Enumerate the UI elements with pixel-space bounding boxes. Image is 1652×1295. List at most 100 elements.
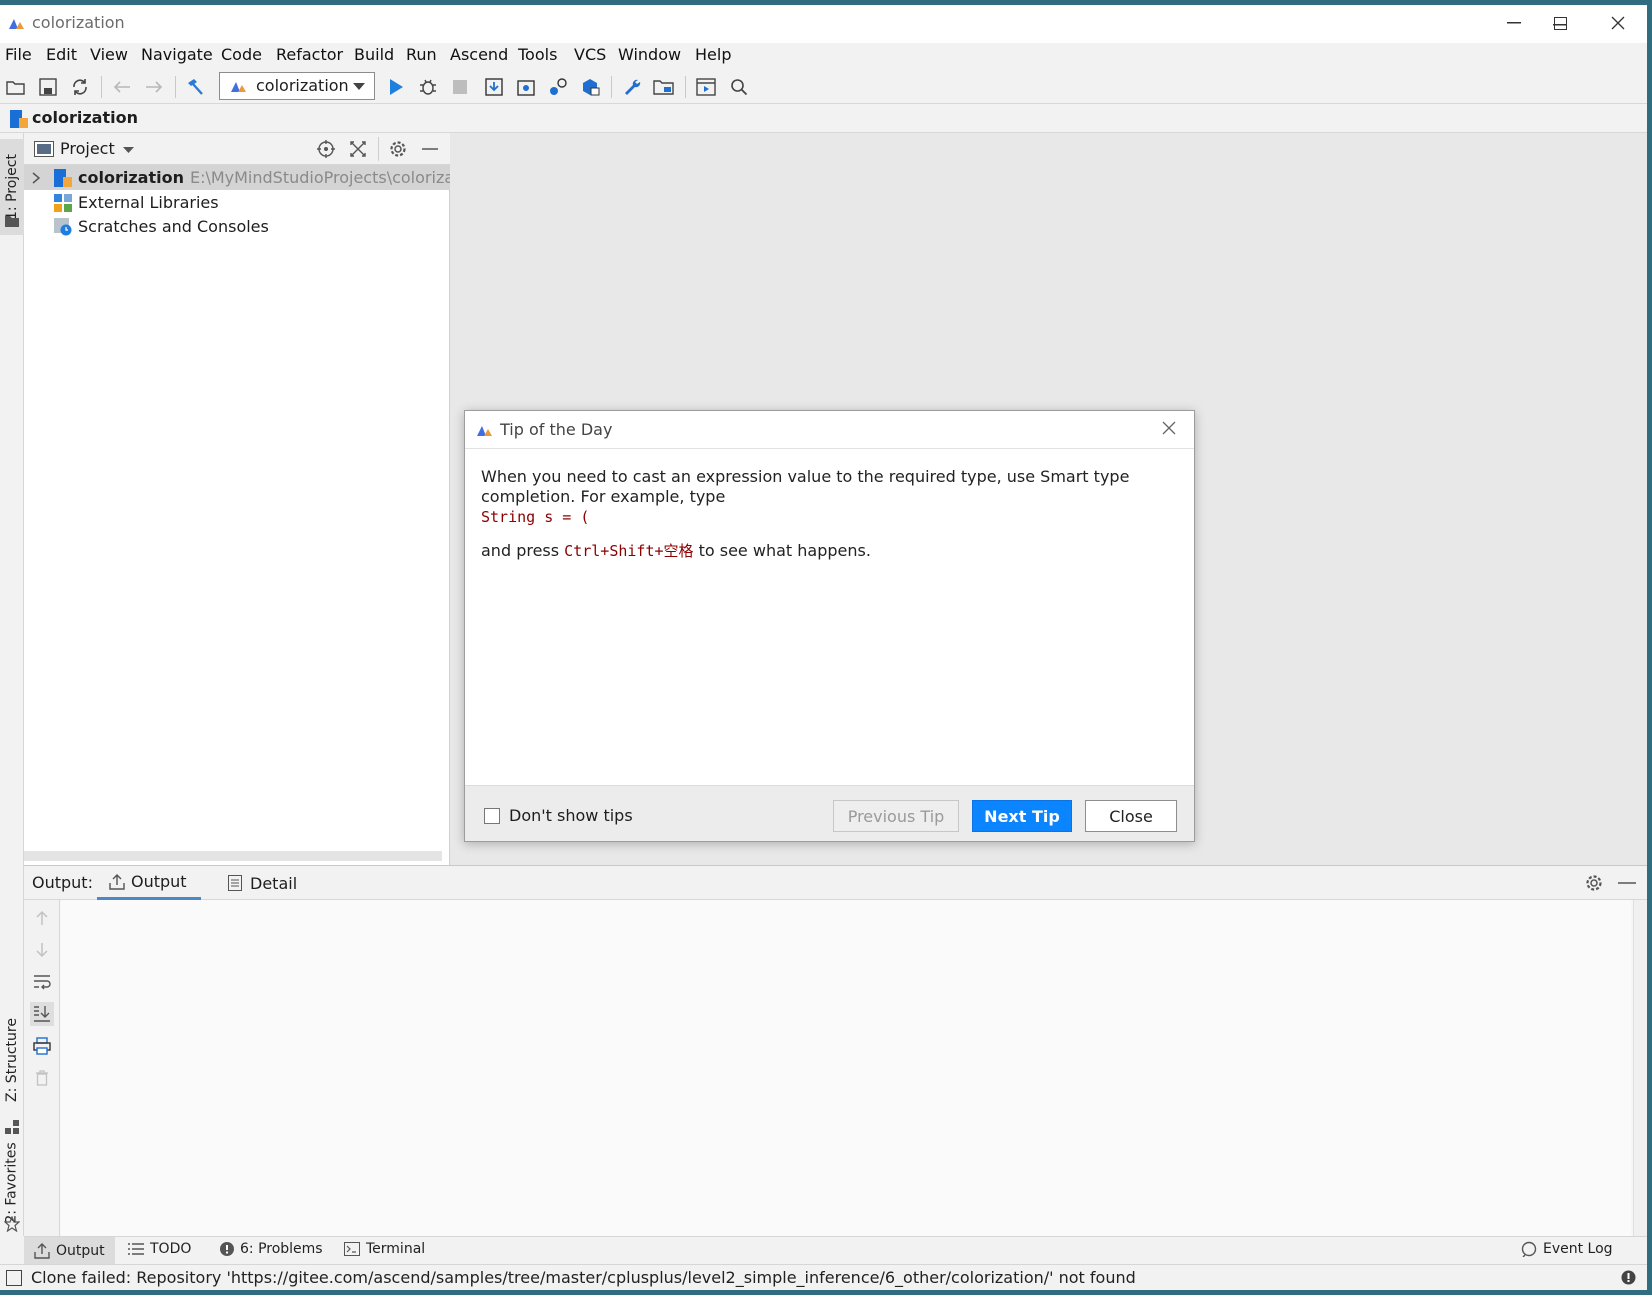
bottom-tool-todo[interactable]: TODO: [128, 1241, 191, 1257]
menu-build[interactable]: Build: [354, 45, 394, 64]
breadcrumb-project[interactable]: colorization: [32, 108, 138, 127]
upload-icon: [109, 873, 125, 890]
print-button[interactable]: [30, 1034, 54, 1058]
save-button[interactable]: [35, 74, 61, 100]
collapse-all-button[interactable]: [348, 139, 370, 161]
tip-text-line2-prefix: and press: [481, 541, 565, 560]
close-window-button[interactable]: [1595, 8, 1641, 38]
output-settings-button[interactable]: [1584, 873, 1606, 895]
run-configuration-dropdown[interactable]: colorization: [219, 72, 375, 100]
hide-panel-button[interactable]: [422, 139, 444, 161]
maximize-button[interactable]: [1537, 8, 1583, 38]
previous-tip-button[interactable]: Previous Tip: [833, 800, 959, 832]
menu-file[interactable]: File: [5, 45, 32, 64]
tool-tab-structure[interactable]: Z: Structure: [0, 1005, 24, 1115]
header-separator: [378, 137, 379, 161]
tab-detail[interactable]: Detail: [216, 866, 309, 900]
tree-item-label: Scratches and Consoles: [78, 217, 269, 236]
menu-view[interactable]: View: [90, 45, 128, 64]
bottom-tool-event-log[interactable]: Event Log: [1521, 1241, 1613, 1257]
chevron-right-icon[interactable]: [32, 172, 40, 184]
bottom-tool-problems[interactable]: 6: Problems: [220, 1241, 323, 1257]
notification-icon[interactable]: [1621, 1270, 1636, 1285]
dont-show-tips-checkbox[interactable]: [484, 808, 500, 824]
sync-button[interactable]: [67, 74, 93, 100]
menu-ascend[interactable]: Ascend: [450, 45, 508, 64]
bottom-tool-output[interactable]: Output: [24, 1237, 115, 1264]
menu-help[interactable]: Help: [695, 45, 731, 64]
output-console[interactable]: [61, 900, 1631, 1237]
minimize-icon: [1507, 22, 1521, 24]
arrow-up-icon: [35, 910, 49, 926]
toggle-tool-windows-icon[interactable]: [6, 1270, 22, 1286]
scroll-down-button[interactable]: [30, 938, 54, 962]
status-message[interactable]: Clone failed: Repository 'https://gitee.…: [31, 1268, 1136, 1287]
dont-show-tips-label[interactable]: Don't show tips: [509, 806, 633, 825]
left-tool-stripe: 1: Project Z: Structure 2: Favorites: [0, 133, 24, 1236]
settings-button[interactable]: [619, 74, 645, 100]
minimize-icon: [1618, 873, 1640, 893]
back-button[interactable]: [109, 74, 135, 100]
tip-text-line2: and press Ctrl+Shift+空格 to see what happ…: [481, 541, 1161, 561]
tab-detail-label: Detail: [250, 873, 298, 893]
folder-tree-icon: [653, 78, 675, 96]
vertical-scrollbar[interactable]: [1633, 900, 1647, 1237]
chevron-down-icon[interactable]: [123, 147, 134, 154]
arrow-left-icon: [112, 79, 132, 95]
menu-run[interactable]: Run: [406, 45, 437, 64]
panel-settings-button[interactable]: [388, 139, 410, 161]
scroll-up-button[interactable]: [30, 906, 54, 930]
menu-navigate[interactable]: Navigate: [141, 45, 213, 64]
bottom-tool-terminal[interactable]: Terminal: [344, 1241, 425, 1257]
terminal-icon: [344, 1242, 360, 1256]
debug-button[interactable]: [415, 74, 441, 100]
tree-item-project-root[interactable]: colorization E:\MyMindStudioProjects\colo…: [24, 165, 450, 190]
bubble-icon: [1521, 1241, 1537, 1257]
menu-edit[interactable]: Edit: [46, 45, 77, 64]
clear-all-button[interactable]: [30, 1066, 54, 1090]
horizontal-scrollbar[interactable]: [24, 851, 442, 861]
run-button[interactable]: [383, 74, 409, 100]
locate-file-button[interactable]: [316, 139, 338, 161]
star-icon: [4, 1216, 20, 1232]
output-panel-label: Output:: [32, 873, 93, 892]
main-toolbar: colorization: [0, 71, 1647, 103]
tree-item-external-libraries[interactable]: External Libraries: [24, 190, 450, 215]
presentation-button[interactable]: [693, 74, 719, 100]
ascend-device-button[interactable]: [577, 74, 603, 100]
menu-code[interactable]: Code: [221, 45, 262, 64]
wrap-icon: [33, 974, 51, 990]
ascend-model-button[interactable]: [513, 74, 539, 100]
menu-vcs[interactable]: VCS: [574, 45, 606, 64]
minimize-button-ctrl[interactable]: [1491, 8, 1537, 38]
dialog-close-button[interactable]: [1162, 421, 1180, 439]
build-button[interactable]: [182, 74, 208, 100]
close-dialog-button[interactable]: Close: [1085, 800, 1177, 832]
maximize-icon: [1553, 16, 1567, 30]
tree-item-scratches[interactable]: Scratches and Consoles: [24, 214, 450, 239]
toolbar-separator: [685, 76, 686, 98]
structure-icon: [5, 1120, 19, 1134]
soft-wrap-button[interactable]: [30, 970, 54, 994]
open-button[interactable]: [3, 74, 29, 100]
stop-button[interactable]: [447, 74, 473, 100]
next-tip-button[interactable]: Next Tip: [972, 800, 1072, 832]
hide-output-button[interactable]: [1618, 873, 1640, 895]
libraries-icon: [54, 194, 72, 212]
tab-output[interactable]: Output: [97, 866, 201, 900]
search-everywhere-button[interactable]: [726, 74, 752, 100]
ascend-convert-button[interactable]: [545, 74, 571, 100]
project-tool-window: Project colorization E:\MyMindStudioProje…: [24, 133, 450, 865]
project-structure-button[interactable]: [651, 74, 677, 100]
scroll-to-end-button[interactable]: [30, 1002, 54, 1026]
tip-shortcut: Ctrl+Shift+空格: [564, 542, 694, 560]
menu-window[interactable]: Window: [618, 45, 681, 64]
tree-item-label: colorization: [78, 168, 184, 187]
dialog-title: Tip of the Day: [500, 420, 613, 439]
tool-tab-favorites-label: 2: Favorites: [4, 1142, 21, 1224]
menu-tools[interactable]: Tools: [518, 45, 557, 64]
project-view-selector[interactable]: Project: [60, 139, 115, 158]
ascend-deploy-button[interactable]: [481, 74, 507, 100]
menu-refactor[interactable]: Refactor: [276, 45, 343, 64]
forward-button[interactable]: [141, 74, 167, 100]
